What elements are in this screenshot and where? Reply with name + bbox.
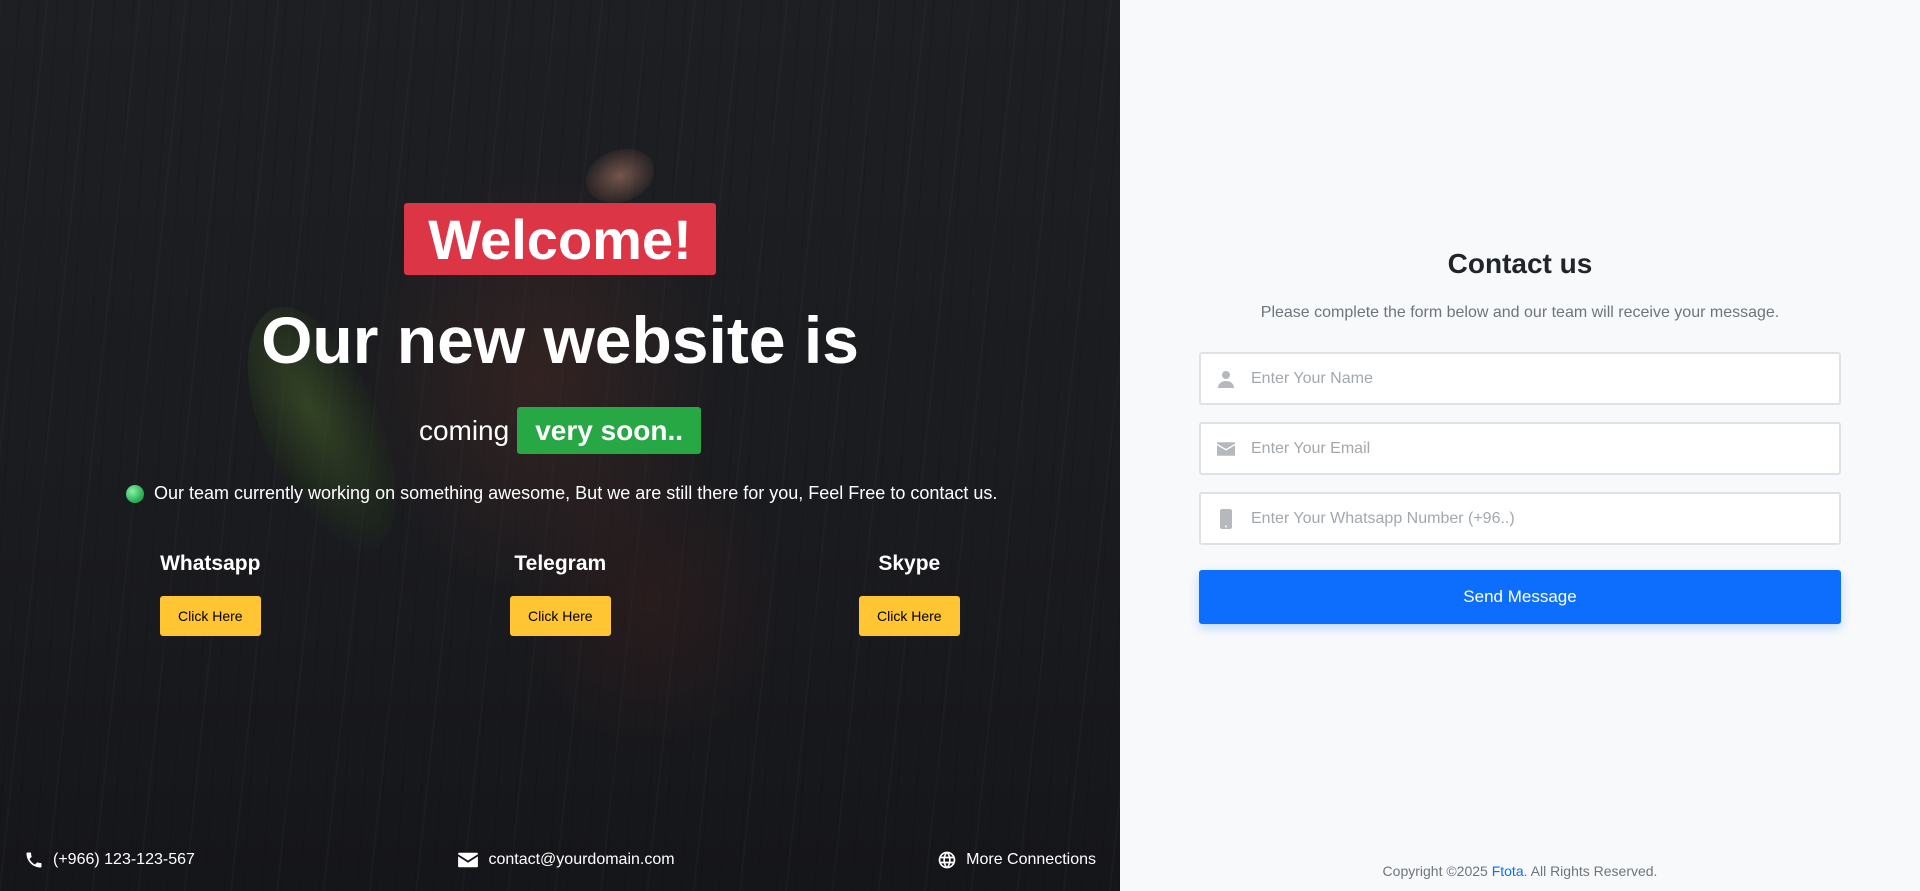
hero-headline: Our new website is	[261, 303, 859, 377]
coming-text: coming	[418, 414, 510, 446]
brand-link[interactable]: Ftota	[1492, 863, 1524, 879]
welcome-badge: Welcome!	[404, 203, 716, 275]
phone-icon	[26, 852, 42, 868]
user-icon	[1201, 370, 1251, 388]
status-dot-icon	[126, 484, 144, 503]
channel-title-whatsapp: Whatsapp	[160, 552, 261, 575]
phone-text: (+966) 123-123-567	[53, 851, 195, 868]
channel-telegram: Telegram Click Here	[510, 552, 611, 636]
mail-icon	[1201, 441, 1251, 456]
hero-section: Welcome! Our new website is coming very …	[0, 0, 1120, 891]
contact-title: Contact us	[1447, 248, 1593, 279]
name-input[interactable]	[1251, 354, 1839, 403]
copyright-prefix: Copyright ©2025	[1382, 863, 1492, 879]
channel-skype: Skype Click Here	[859, 552, 960, 636]
email-field	[1199, 422, 1841, 475]
envelope-icon	[458, 852, 479, 868]
team-message: Our team currently working on something …	[154, 483, 998, 503]
whatsapp-button[interactable]: Click Here	[160, 596, 261, 636]
globe-icon	[938, 851, 956, 869]
email-text: contact@yourdomain.com	[488, 851, 675, 868]
channel-whatsapp: Whatsapp Click Here	[160, 552, 261, 636]
mobile-icon	[1201, 508, 1251, 529]
whatsapp-input[interactable]	[1251, 494, 1839, 543]
skype-button[interactable]: Click Here	[859, 596, 960, 636]
soon-badge: very soon..	[517, 407, 702, 454]
more-connections[interactable]: More Connections	[937, 850, 1096, 870]
petal-decoration	[578, 139, 662, 213]
contact-subtitle: Please complete the form below and our t…	[1260, 304, 1780, 321]
coming-soon-row: coming very soon..	[0, 407, 1120, 454]
send-message-button[interactable]: Send Message	[1199, 570, 1841, 624]
phone-contact[interactable]: (+966) 123-123-567	[24, 850, 195, 870]
name-field	[1199, 352, 1841, 405]
email-contact[interactable]: contact@yourdomain.com	[457, 851, 675, 869]
copyright: Copyright ©2025 Ftota. All Rights Reserv…	[1120, 863, 1920, 879]
channel-title-telegram: Telegram	[514, 552, 607, 575]
copyright-suffix: . All Rights Reserved.	[1523, 863, 1658, 879]
channel-title-skype: Skype	[878, 552, 941, 575]
team-message-row: Our team currently working on something …	[126, 483, 997, 504]
more-connections-text: More Connections	[966, 851, 1096, 868]
email-input[interactable]	[1251, 424, 1839, 473]
contact-panel: Contact us Please complete the form belo…	[1120, 0, 1920, 891]
whatsapp-field	[1199, 492, 1841, 545]
hero-footer: (+966) 123-123-567 contact@yourdomain.co…	[0, 829, 1120, 891]
telegram-button[interactable]: Click Here	[510, 596, 611, 636]
